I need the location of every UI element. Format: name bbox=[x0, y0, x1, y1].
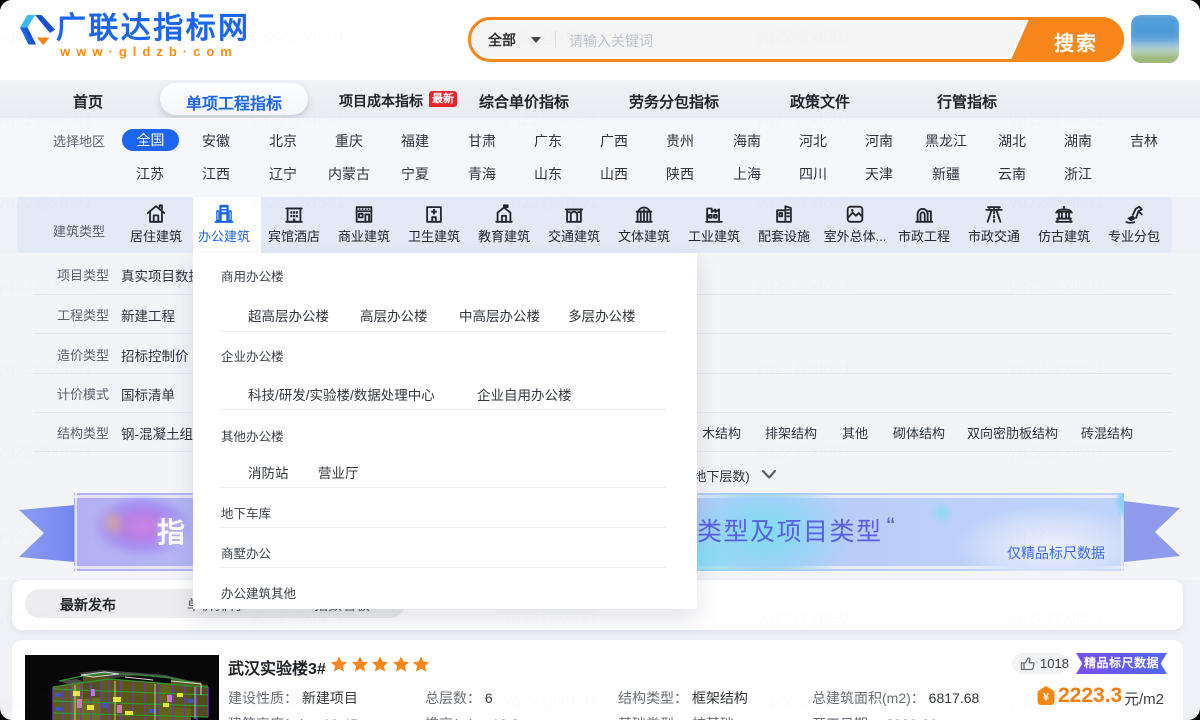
svg-text:¥: ¥ bbox=[1043, 692, 1050, 704]
